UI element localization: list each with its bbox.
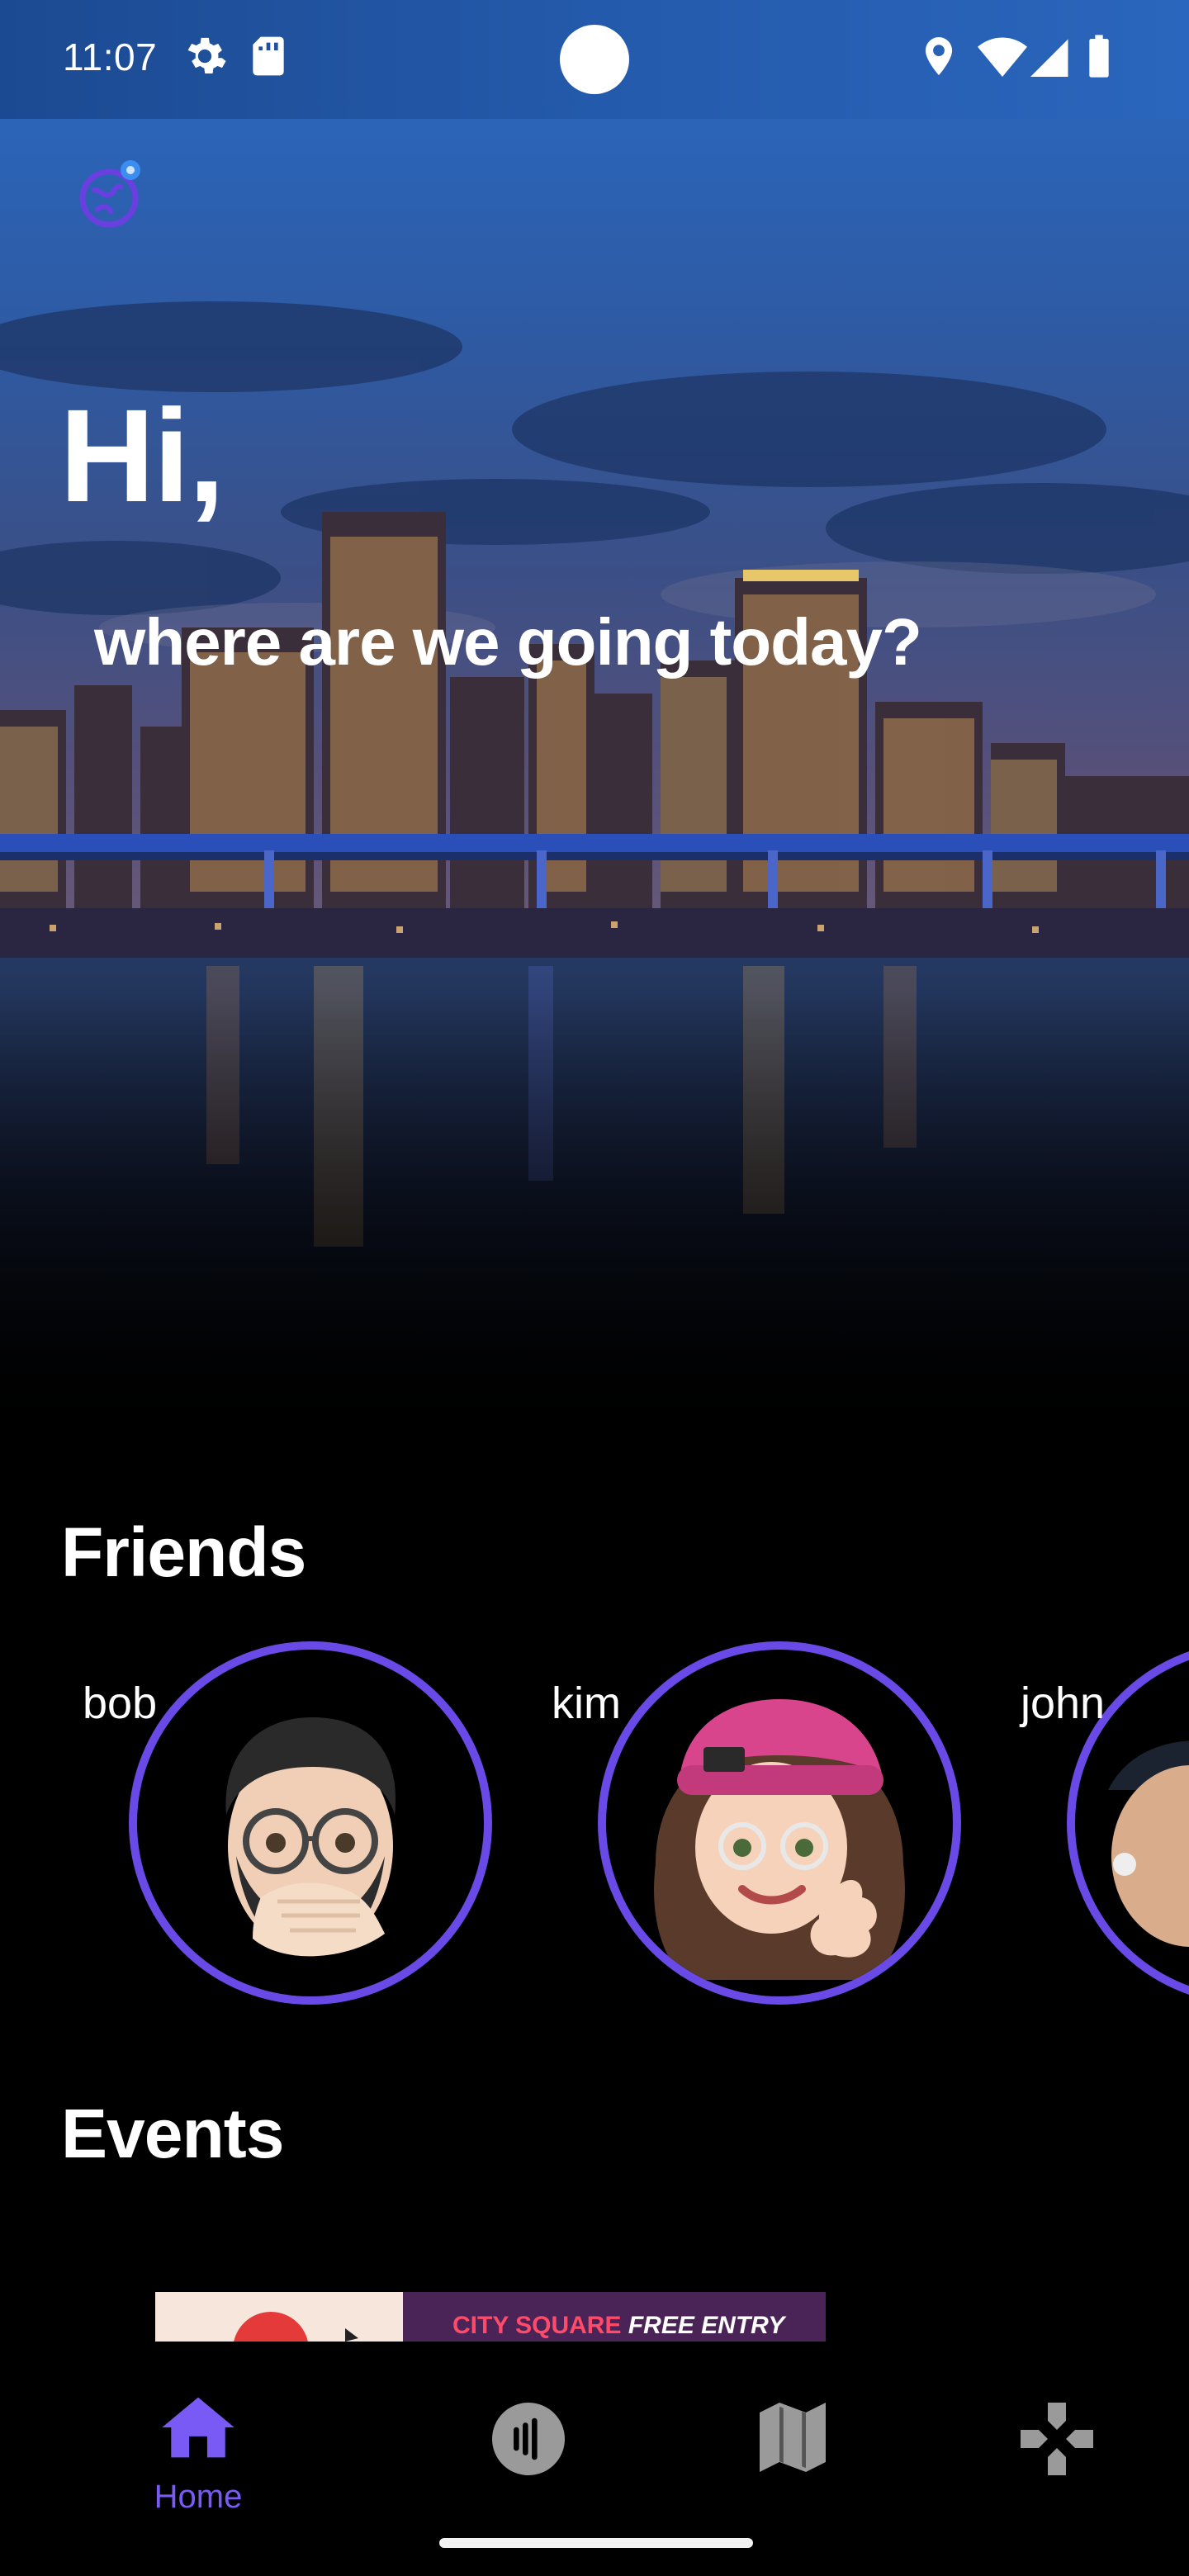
nfc-icon xyxy=(492,2403,565,2475)
globe-pin-icon[interactable] xyxy=(76,157,150,231)
nav-item-games[interactable] xyxy=(974,2366,1139,2531)
nav-label-home: Home xyxy=(154,2479,243,2515)
event-card-image xyxy=(155,2292,403,2342)
greeting-subtitle: where are we going today? xyxy=(94,605,922,679)
event-card-accent-text: CITY SQUARE xyxy=(452,2312,622,2339)
friend-name: kim xyxy=(552,1679,621,1728)
wifi-icon xyxy=(978,33,1027,83)
sd-card-icon xyxy=(248,33,289,83)
battery-icon xyxy=(1087,33,1111,83)
home-icon xyxy=(162,2397,234,2458)
events-section-title: Events xyxy=(61,2095,284,2172)
friend-name: bob xyxy=(83,1679,158,1728)
friend-name: john xyxy=(1021,1679,1106,1728)
location-icon xyxy=(920,33,958,83)
event-card-text: FREE ENTRY xyxy=(628,2312,785,2339)
signal-icon xyxy=(1030,33,1072,83)
city-skyline-image xyxy=(0,0,1189,1453)
friend-item-bob[interactable]: bob xyxy=(83,1641,492,2021)
bottom-navigation: Home xyxy=(0,2342,1189,2576)
greeting-title: Hi, xyxy=(59,381,225,529)
friend-item-kim[interactable]: kim xyxy=(552,1641,961,2021)
nav-item-map[interactable] xyxy=(710,2366,875,2531)
map-icon xyxy=(760,2403,826,2472)
gesture-navigation-bar[interactable] xyxy=(439,2538,753,2548)
friend-avatar[interactable] xyxy=(598,1641,961,2005)
event-card[interactable]: CITY SQUARE FREE ENTRY xyxy=(155,2292,826,2342)
friend-item-john[interactable]: john xyxy=(1021,1641,1189,2021)
gear-icon xyxy=(182,33,228,83)
home-screen: 11:07 Hi, where are we going today? Frie… xyxy=(0,0,1189,2576)
friend-avatar[interactable] xyxy=(129,1641,492,2005)
nav-item-home[interactable]: Home xyxy=(116,2366,281,2531)
nav-item-nfc[interactable] xyxy=(446,2366,611,2531)
gamepad-icon xyxy=(1021,2403,1093,2475)
status-time: 11:07 xyxy=(63,36,158,78)
event-card-banner: CITY SQUARE FREE ENTRY xyxy=(403,2292,826,2342)
hero-city-background xyxy=(0,0,1189,1453)
friends-section-title: Friends xyxy=(61,1513,306,1591)
status-bar: 11:07 xyxy=(0,0,1189,119)
camera-cutout xyxy=(560,25,629,94)
